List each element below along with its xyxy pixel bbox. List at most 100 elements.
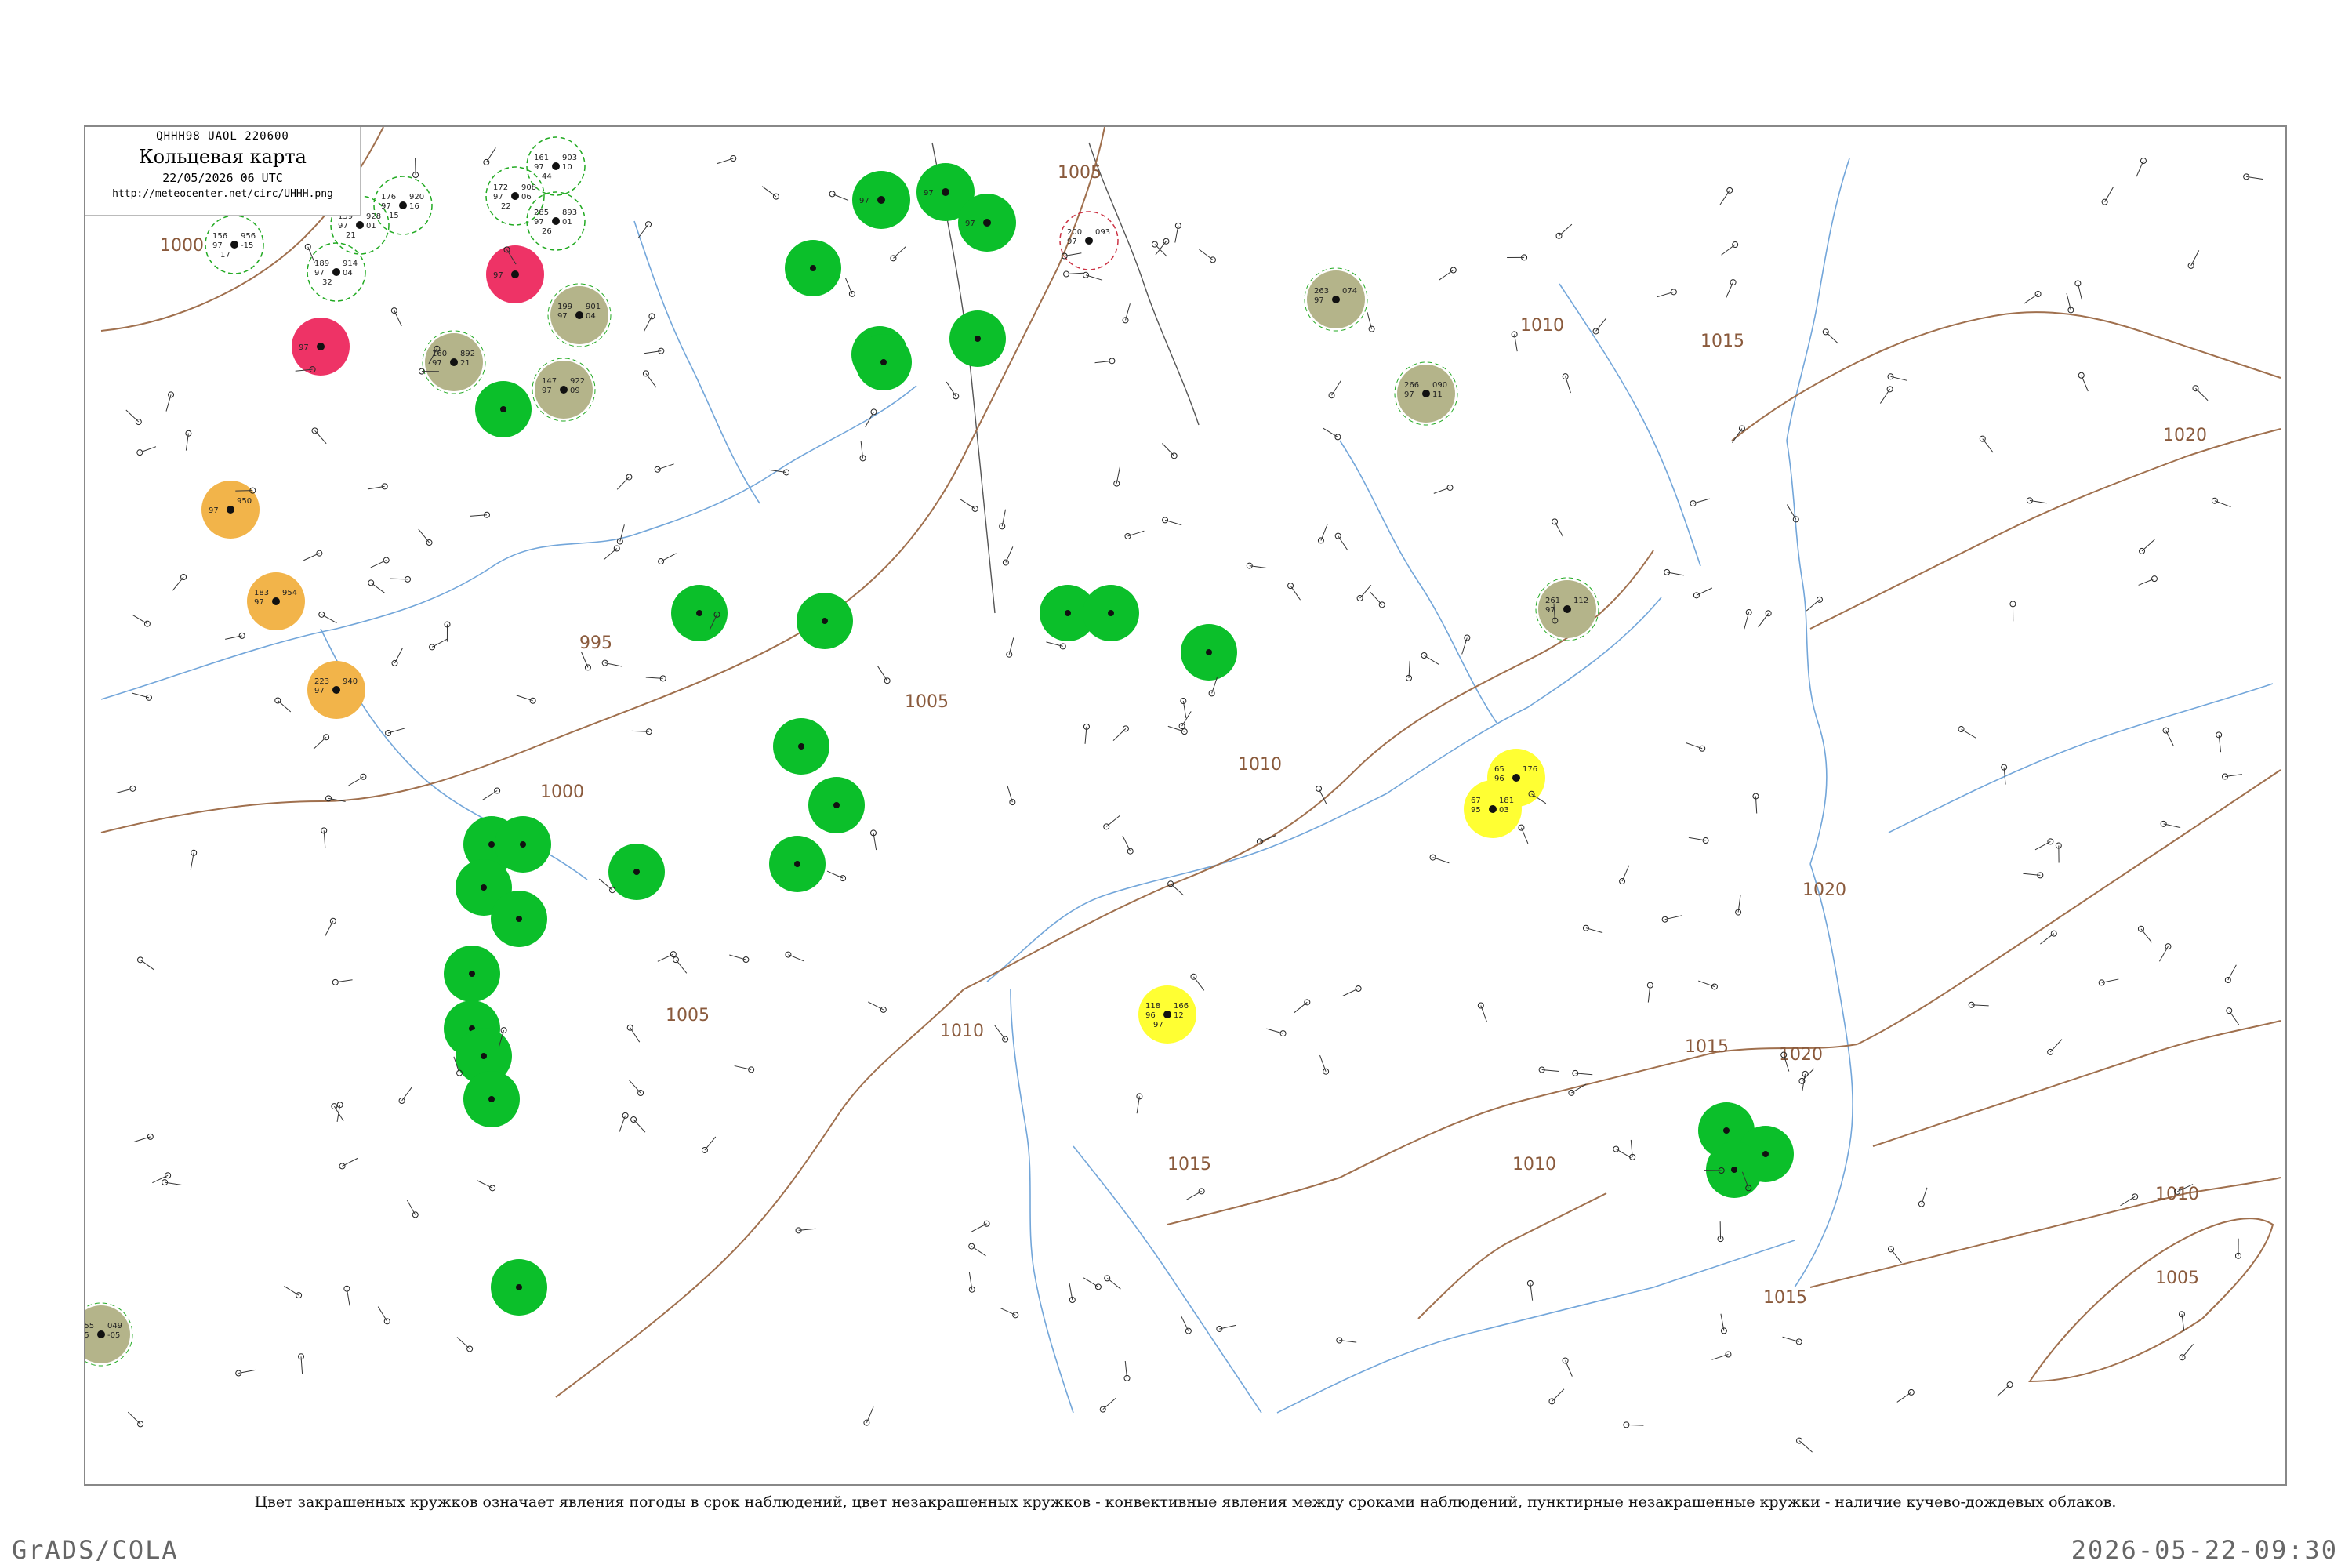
isobar-label: 1005 <box>905 692 949 712</box>
station-value: 161 <box>534 154 549 162</box>
station-marker <box>730 155 737 162</box>
wind-barb <box>1170 883 1184 896</box>
isobar-label: 1015 <box>1685 1037 1729 1057</box>
wind-barb <box>133 1136 151 1142</box>
wind-barb <box>165 394 172 412</box>
station-value: 11 <box>1432 390 1443 399</box>
wind-barb <box>1181 711 1192 727</box>
wind-barb <box>1266 1028 1283 1034</box>
station-value: 97 <box>534 218 544 227</box>
isobar-label: 1005 <box>666 1006 710 1025</box>
isobar-label: 1010 <box>1238 755 1282 775</box>
wind-barb <box>1559 223 1573 237</box>
wind-barb <box>2228 1010 2240 1025</box>
isobar-label: 1020 <box>2163 426 2207 445</box>
wind-barb <box>1370 591 1383 605</box>
wind-barb <box>477 1180 493 1189</box>
wind-barb <box>1259 835 1276 842</box>
station-marker <box>1661 916 1668 923</box>
wind-barb <box>2141 539 2155 552</box>
isobar-label: 1020 <box>1802 880 1846 900</box>
station-dot <box>481 884 487 891</box>
station-value: 97 <box>1153 1021 1163 1029</box>
station-dot <box>516 1284 522 1290</box>
station-value: 901 <box>586 303 601 311</box>
wind-barb <box>2040 933 2055 945</box>
wind-barb <box>1367 312 1373 329</box>
wind-barb <box>868 1001 884 1011</box>
station-value: 118 <box>1145 1002 1160 1011</box>
wind-barb <box>865 412 874 427</box>
wind-barb <box>1005 546 1014 563</box>
wind-barb <box>394 648 404 664</box>
station-value: 189 <box>314 260 329 268</box>
station-marker <box>165 1172 172 1179</box>
station-dot <box>1563 605 1571 613</box>
station-dot <box>1163 1011 1171 1018</box>
wind-barb <box>1162 443 1175 456</box>
wind-barb <box>1726 281 1734 299</box>
wind-barb <box>394 310 402 327</box>
wind-barb <box>125 409 140 423</box>
wind-barb <box>1106 1278 1121 1290</box>
wind-barb <box>2190 250 2200 267</box>
station-dot <box>1065 610 1071 616</box>
station-dot <box>332 686 340 694</box>
station-value: 950 <box>237 497 252 506</box>
station-dot <box>356 221 364 229</box>
wind-barb <box>1105 815 1120 827</box>
wind-barb <box>1186 1190 1202 1200</box>
wind-barb <box>172 576 184 591</box>
station-s23: 255 049 95 -05 <box>85 1302 133 1367</box>
wind-barb <box>1331 380 1341 396</box>
wind-barb <box>844 278 853 295</box>
wind-barb <box>704 1136 717 1151</box>
isobar-label: 995 <box>579 633 612 653</box>
wind-barb <box>321 614 337 624</box>
wind-barb <box>140 959 155 971</box>
wind-barb <box>2138 578 2155 586</box>
wind-barb <box>370 560 387 568</box>
wind-barb <box>1565 376 1571 394</box>
wind-barb <box>2140 928 2152 943</box>
station-marker <box>2140 158 2147 165</box>
wind-barb <box>1719 190 1730 205</box>
station-value: 32 <box>322 278 332 287</box>
wind-barb <box>313 736 327 750</box>
wind-barb <box>132 692 150 699</box>
wind-barb <box>1122 835 1131 851</box>
station-marker <box>829 191 836 198</box>
map-url[interactable]: http://meteocenter.net/circ/UHHH.png <box>85 188 360 200</box>
station-dot <box>481 1053 487 1059</box>
wind-barb <box>1554 521 1564 537</box>
wind-barb <box>1890 1249 1902 1264</box>
wind-barb <box>277 700 292 713</box>
station-dot <box>877 196 885 204</box>
wind-barb <box>284 1285 299 1296</box>
station-value: 97 <box>314 687 325 695</box>
wind-barb <box>1825 332 1839 344</box>
station-dot <box>469 971 475 977</box>
isobar-label: 1000 <box>160 236 204 256</box>
station-value: 97 <box>557 312 568 321</box>
wind-barb <box>1199 249 1214 260</box>
station-dot <box>1762 1151 1769 1157</box>
wind-barb <box>1102 1397 1116 1410</box>
map-header: QHHH98 UAOL 220600 Кольцевая карта 22/05… <box>85 127 361 216</box>
wind-barb <box>1520 827 1529 844</box>
wind-barb <box>1732 428 1743 443</box>
station-value: 96 <box>1145 1011 1156 1020</box>
station-value: 97 <box>859 197 869 205</box>
isobar-label: 1010 <box>1512 1155 1556 1174</box>
wind-barb <box>643 316 652 332</box>
isobar-label: 1005 <box>2155 1269 2199 1288</box>
wind-barb <box>2066 293 2071 310</box>
station-value: 263 <box>1314 287 1329 296</box>
wind-barb <box>761 186 777 198</box>
station-s03: 176 920 97 16 15 <box>373 176 433 235</box>
station-value: 956 <box>241 232 256 241</box>
wind-barb <box>971 1246 986 1257</box>
wind-barb <box>734 1065 752 1070</box>
station-value: 97 <box>1314 296 1324 305</box>
wind-barb <box>325 920 334 937</box>
